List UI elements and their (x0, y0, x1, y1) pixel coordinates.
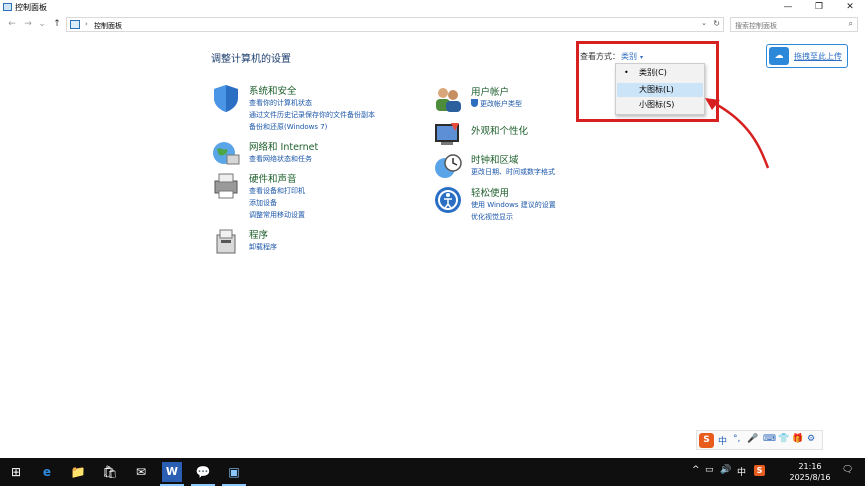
notification-center-icon[interactable]: 🗨 (842, 465, 853, 475)
search-placeholder: 搜索控制面板 (735, 22, 777, 30)
red-annotation-box (576, 41, 719, 122)
refresh-icon[interactable]: ↻ (713, 19, 720, 28)
close-button[interactable]: ✕ (835, 0, 865, 14)
file-explorer-icon[interactable]: 📁 (68, 462, 88, 482)
shield-icon[interactable] (211, 83, 241, 113)
wechat-icon[interactable]: 💬 (191, 462, 215, 486)
category-programs: 程序 卸载程序 (211, 227, 411, 257)
system-clock[interactable]: 21:16 2025/8/16 (788, 461, 832, 483)
link-optimize-display[interactable]: 优化视觉显示 (471, 211, 556, 223)
programs-icon[interactable] (211, 227, 241, 257)
red-annotation-arrow (705, 98, 770, 169)
category-ease-of-access: 轻松使用 使用 Windows 建议的设置 优化视觉显示 (433, 185, 583, 221)
clock-globe-icon[interactable] (433, 152, 463, 182)
printer-icon[interactable] (211, 171, 241, 201)
link-network-status[interactable]: 查看网络状态和任务 (249, 153, 312, 165)
skin-icon[interactable]: 👕 (778, 434, 789, 444)
category-user-accounts: 用户帐户 更改帐户类型 (433, 84, 583, 114)
ime-toolbar: S 中 °, 🎤 ⌨ 👕 🎁 ⚙ (696, 430, 823, 450)
start-button[interactable]: ⊞ (6, 462, 26, 482)
store-icon[interactable]: 🛍 (100, 462, 120, 482)
category-title[interactable]: 程序 (249, 227, 268, 241)
uac-shield-icon (471, 99, 478, 107)
show-hidden-icons-button[interactable]: ^ (692, 465, 700, 475)
address-row: ← → ⌄ ↑ › 控制面板 ⌄ ↻ 搜索控制面板 ⌕ (0, 16, 865, 33)
control-panel-icon (3, 3, 12, 11)
category-title[interactable]: 用户帐户 (471, 84, 509, 98)
window-title: 控制面板 (15, 3, 47, 12)
category-title[interactable]: 网络和 Internet (249, 139, 318, 153)
users-icon[interactable] (433, 84, 463, 114)
address-dropdown-icon[interactable]: ⌄ (701, 19, 707, 27)
search-input[interactable]: 搜索控制面板 ⌕ (730, 17, 858, 32)
clock-time: 21:16 (798, 462, 822, 471)
tools-icon[interactable]: ⚙ (807, 434, 815, 444)
link-uninstall-program[interactable]: 卸载程序 (249, 241, 277, 253)
forward-button[interactable]: → (22, 17, 34, 31)
restore-button[interactable]: ❐ (804, 0, 834, 14)
link-change-account-type[interactable]: 更改帐户类型 (471, 98, 522, 110)
sogou-logo-icon[interactable]: S (699, 433, 714, 448)
link-backup-restore[interactable]: 备份和还原(Windows 7) (249, 121, 375, 133)
up-button[interactable]: ↑ (51, 17, 63, 31)
link-label: 更改帐户类型 (480, 100, 522, 108)
link-add-device[interactable]: 添加设备 (249, 197, 305, 209)
word-icon[interactable]: W (160, 462, 184, 486)
search-icon[interactable]: ⌕ (849, 19, 853, 29)
microphone-icon[interactable]: 🎤 (747, 434, 758, 444)
punctuation-icon[interactable]: °, (733, 434, 740, 444)
keyboard-icon[interactable]: ⌨ (763, 434, 776, 444)
category-title[interactable]: 时钟和区域 (471, 152, 519, 166)
link-recommended-settings[interactable]: 使用 Windows 建议的设置 (471, 199, 556, 211)
category-title[interactable]: 轻松使用 (471, 185, 509, 199)
category-appearance-personalization: 外观和个性化 (433, 119, 583, 149)
back-button[interactable]: ← (6, 17, 18, 31)
control-panel-taskbar-icon[interactable]: ▣ (222, 462, 246, 486)
control-panel-icon (70, 20, 80, 29)
page-title: 调整计算机的设置 (211, 54, 291, 65)
link-mobility-settings[interactable]: 调整常用移动设置 (249, 209, 305, 221)
link-view-computer-status[interactable]: 查看你的计算机状态 (249, 97, 375, 109)
link-file-history[interactable]: 通过文件历史记录保存你的文件备份副本 (249, 109, 375, 121)
minimize-button[interactable]: — (773, 0, 803, 14)
category-system-security: 系统和安全 查看你的计算机状态 通过文件历史记录保存你的文件备份副本 备份和还原… (211, 83, 411, 133)
input-language-indicator[interactable]: 中 (737, 465, 746, 478)
globe-network-icon[interactable] (211, 139, 241, 169)
personalization-icon[interactable] (433, 119, 463, 149)
category-clock-region: 时钟和区域 更改日期、时间或数字格式 (433, 152, 583, 182)
link-date-time-format[interactable]: 更改日期、时间或数字格式 (471, 166, 555, 178)
category-title[interactable]: 系统和安全 (249, 83, 297, 97)
accessibility-icon[interactable] (433, 185, 463, 215)
breadcrumb-control-panel[interactable]: 控制面板 (94, 21, 122, 31)
address-bar[interactable]: › 控制面板 ⌄ ↻ (66, 17, 724, 32)
breadcrumb-separator[interactable]: › (85, 20, 88, 28)
category-title[interactable]: 外观和个性化 (471, 123, 528, 137)
link-devices-printers[interactable]: 查看设备和打印机 (249, 185, 305, 197)
recent-locations-button[interactable]: ⌄ (36, 17, 48, 31)
title-bar: 控制面板 — ❐ ✕ (0, 0, 865, 15)
category-title[interactable]: 硬件和声音 (249, 171, 297, 185)
taskbar: ⊞ e 📁 🛍 ✉ W 💬 ▣ ^ ▭ 🔊 中 S 21:16 2025/8/1… (0, 458, 865, 486)
category-hardware-sound: 硬件和声音 查看设备和打印机 添加设备 调整常用移动设置 (211, 171, 411, 219)
category-network-internet: 网络和 Internet 查看网络状态和任务 (211, 139, 411, 169)
clock-date: 2025/8/16 (789, 473, 831, 482)
mail-icon[interactable]: ✉ (131, 462, 151, 482)
volume-icon[interactable]: 🔊 (720, 465, 731, 475)
cloud-upload-label: 拖拽至此上传 (794, 52, 842, 61)
cloud-icon: ☁ (769, 47, 789, 65)
control-panel-window: 控制面板 — ❐ ✕ ← → ⌄ ↑ › 控制面板 ⌄ ↻ 搜索控制面板 ⌕ 调… (0, 0, 865, 458)
sogou-tray-icon[interactable]: S (754, 465, 765, 476)
gift-icon[interactable]: 🎁 (792, 434, 803, 444)
edge-icon[interactable]: e (37, 462, 57, 482)
cloud-upload-button[interactable]: ☁ 拖拽至此上传 (766, 44, 848, 68)
battery-icon[interactable]: ▭ (705, 465, 714, 475)
chinese-mode-toggle[interactable]: 中 (718, 434, 727, 447)
